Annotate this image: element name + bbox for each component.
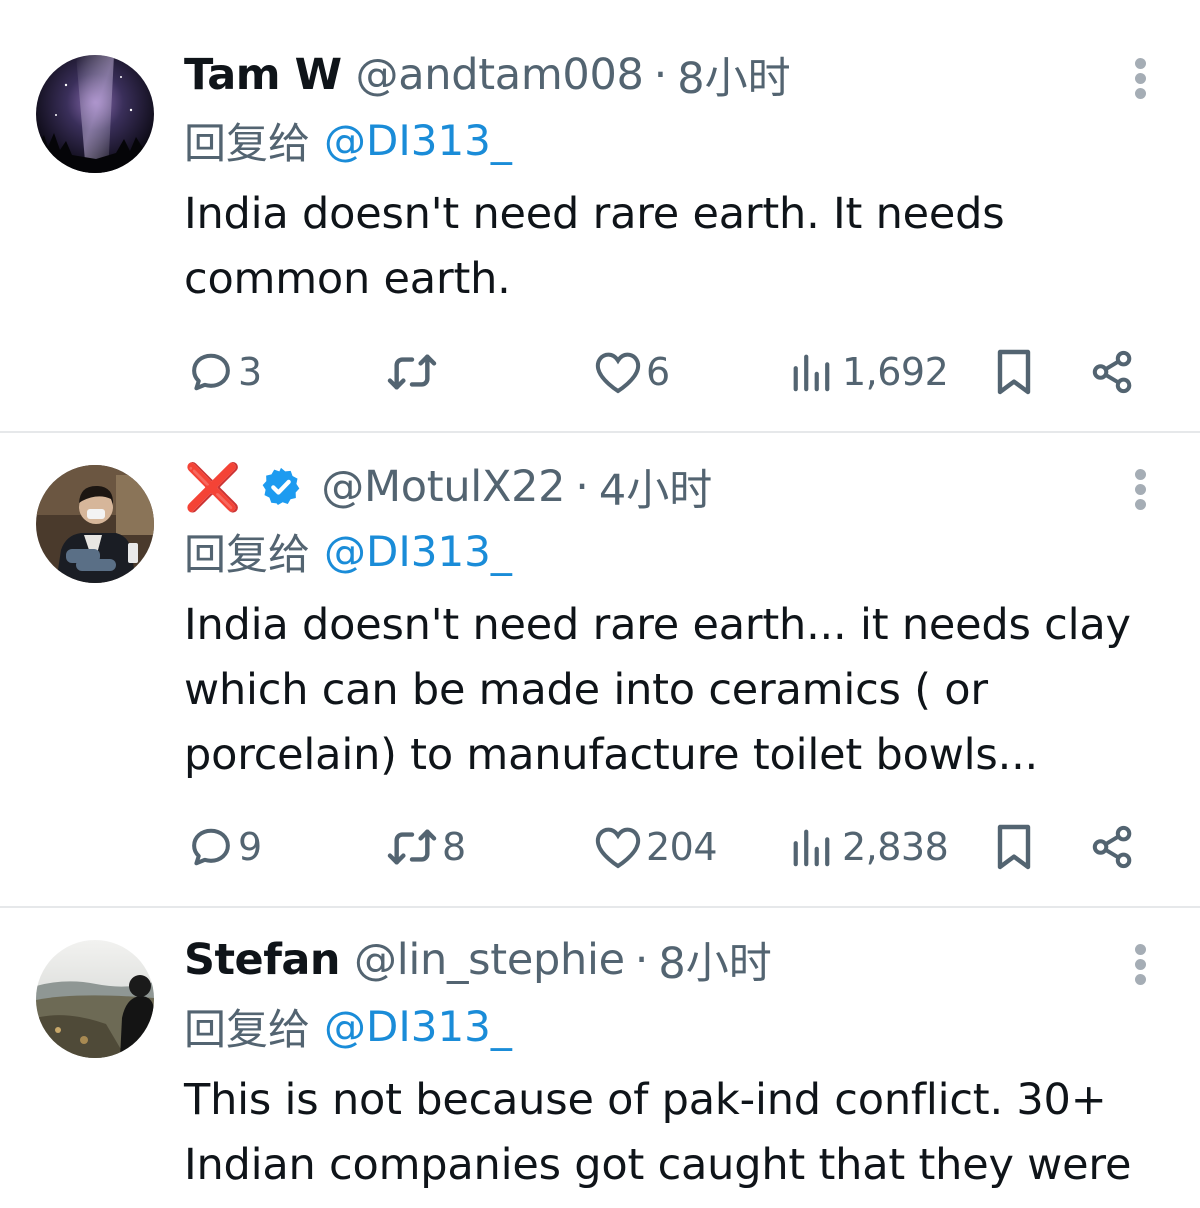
avatar-tam-w[interactable] — [36, 55, 154, 173]
user-handle[interactable]: @lin_stephie — [354, 935, 625, 985]
reply-count: 9 — [238, 825, 262, 869]
retweet-button[interactable]: 8 — [386, 815, 466, 879]
like-button[interactable]: 204 — [594, 815, 718, 879]
tweet-text-line: This is not because of pak-ind conflict.… — [184, 1075, 1107, 1125]
tweet-text-line: common earth. — [184, 254, 511, 304]
reply-button[interactable]: 9 — [188, 815, 262, 879]
more-options-button[interactable] — [1126, 52, 1156, 102]
more-options-button[interactable] — [1126, 463, 1156, 513]
timestamp[interactable]: 8小时 — [677, 44, 790, 106]
tweet-text: India doesn't need rare earth. It needs … — [184, 182, 1154, 312]
tweet-2[interactable]: ❌ @MotulX22 · 4小时 回复给 @DI313_ India does… — [0, 433, 1200, 907]
retweet-arrows-icon — [387, 829, 437, 865]
tweet-text-line: India doesn't need rare earth... it need… — [184, 600, 1131, 650]
heart-outline-icon — [595, 352, 641, 394]
tweet-3[interactable]: Stefan @lin_stephie · 8小时 回复给 @DI313_ Th… — [0, 908, 1200, 1208]
like-count: 204 — [646, 825, 718, 869]
reply-target-link[interactable]: @DI313_ — [324, 1002, 512, 1051]
reply-context: 回复给 @DI313_ — [184, 998, 512, 1054]
reply-prefix: 回复给 — [184, 118, 311, 168]
tweet-text-line: which can be made into ceramics ( or — [184, 665, 988, 715]
separator-dot: · — [634, 935, 649, 985]
tweet-text-line: India doesn't need rare earth. It needs — [184, 189, 1005, 239]
bookmark-icon — [997, 349, 1031, 395]
like-button[interactable]: 6 — [594, 340, 670, 404]
reply-context: 回复给 @DI313_ — [184, 523, 512, 579]
reply-prefix: 回复给 — [184, 529, 311, 579]
user-handle[interactable]: @MotulX22 — [321, 462, 565, 512]
verified-check-icon — [259, 465, 303, 509]
avatar-stefan[interactable] — [36, 940, 154, 1058]
timestamp[interactable]: 8小时 — [658, 929, 771, 991]
view-count: 2,838 — [842, 825, 949, 869]
tweet-text: India doesn't need rare earth... it need… — [184, 593, 1154, 788]
tweet-header: Tam W @andtam008 · 8小时 — [184, 44, 791, 106]
retweet-button[interactable] — [386, 340, 442, 404]
views-button[interactable]: 1,692 — [790, 340, 949, 404]
reply-context: 回复给 @DI313_ — [184, 112, 512, 168]
bar-chart-icon — [793, 354, 830, 392]
display-name[interactable]: Tam W — [184, 50, 342, 100]
vertical-dots-icon — [1135, 469, 1146, 480]
tweet-actions: 3 6 1,692 — [0, 340, 1200, 404]
tweet-header: ❌ @MotulX22 · 4小时 — [184, 456, 712, 518]
red-cross-emoji-icon: ❌ — [184, 460, 242, 514]
avatar-motulx22[interactable] — [36, 465, 154, 583]
share-nodes-icon — [1092, 350, 1132, 394]
tweet-header: Stefan @lin_stephie · 8小时 — [184, 929, 772, 991]
share-nodes-icon — [1092, 825, 1132, 869]
view-count: 1,692 — [842, 350, 949, 394]
reply-prefix: 回复给 — [184, 1004, 311, 1054]
speech-bubble-icon — [192, 828, 230, 866]
heart-outline-icon — [595, 827, 641, 869]
retweet-arrows-icon — [387, 354, 437, 390]
bookmark-button[interactable] — [994, 340, 1034, 404]
bookmark-button[interactable] — [994, 815, 1034, 879]
vertical-dots-icon — [1135, 58, 1146, 69]
reply-target-link[interactable]: @DI313_ — [324, 116, 512, 165]
bar-chart-icon — [793, 829, 830, 867]
retweet-count: 8 — [442, 825, 466, 869]
reply-target-link[interactable]: @DI313_ — [324, 527, 512, 576]
separator-dot: · — [575, 462, 589, 512]
speech-bubble-icon — [192, 353, 230, 391]
tweet-text: This is not because of pak-ind conflict.… — [184, 1068, 1154, 1198]
timestamp[interactable]: 4小时 — [599, 456, 712, 518]
tweet-text-line: Indian companies got caught that they we… — [184, 1140, 1132, 1190]
tweet-actions: 9 8 204 2,838 — [0, 815, 1200, 879]
tweet-1[interactable]: Tam W @andtam008 · 8小时 回复给 @DI313_ India… — [0, 0, 1200, 432]
share-button[interactable] — [1090, 815, 1136, 879]
share-button[interactable] — [1090, 340, 1136, 404]
like-count: 6 — [646, 350, 670, 394]
reply-count: 3 — [238, 350, 262, 394]
reply-feed: Tam W @andtam008 · 8小时 回复给 @DI313_ India… — [0, 0, 1200, 1208]
tweet-text-line: porcelain) to manufacture toilet bowls..… — [184, 730, 1039, 780]
display-name[interactable]: Stefan — [184, 935, 341, 985]
vertical-dots-icon — [1135, 944, 1146, 955]
views-button[interactable]: 2,838 — [790, 815, 949, 879]
bookmark-icon — [997, 824, 1031, 870]
reply-button[interactable]: 3 — [188, 340, 262, 404]
separator-dot: · — [653, 50, 668, 100]
user-handle[interactable]: @andtam008 — [356, 50, 644, 100]
more-options-button[interactable] — [1126, 938, 1156, 988]
